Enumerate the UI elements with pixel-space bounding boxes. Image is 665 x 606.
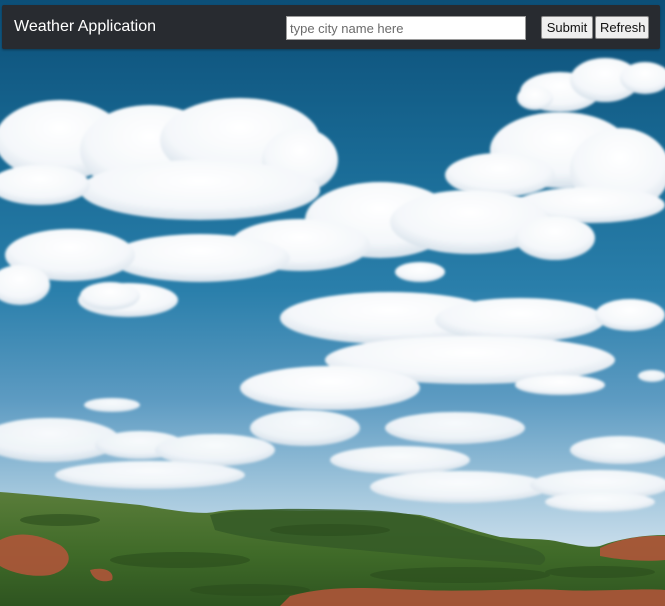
submit-button[interactable]: Submit: [541, 16, 593, 39]
refresh-button[interactable]: Refresh: [595, 16, 649, 39]
background-landscape-image: [0, 58, 665, 606]
cloud: [0, 98, 338, 220]
app-title: Weather Application: [14, 18, 157, 35]
app-page: Weather Application Submit Refresh: [0, 0, 665, 606]
cloud: [78, 282, 178, 317]
cloud: [240, 292, 665, 410]
cloud: [517, 58, 665, 112]
top-navbar: Weather Application Submit Refresh: [2, 5, 660, 49]
city-search-input[interactable]: [286, 16, 526, 40]
